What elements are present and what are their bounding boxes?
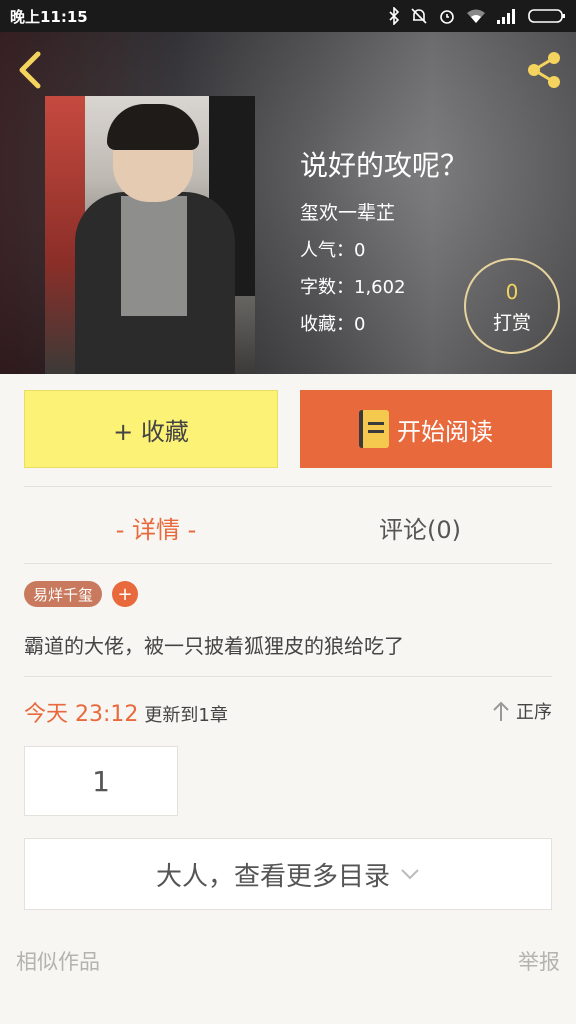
book-description: 霸道的大佬，被一只披着狐狸皮的狼给吃了 <box>24 634 404 658</box>
book-icon <box>359 410 389 448</box>
status-time: 晚上11:15 <box>10 7 88 26</box>
tab-comments[interactable]: 评论(0) <box>288 505 552 549</box>
update-date: 今天 23:12 <box>24 702 139 727</box>
update-text: 更新到1章 <box>144 705 228 726</box>
status-icons <box>388 7 566 25</box>
tab-details[interactable]: - 详情 - <box>24 505 288 549</box>
mute-bell-icon <box>410 7 428 25</box>
alarm-icon <box>438 7 456 25</box>
chevron-left-icon <box>19 51 41 89</box>
book-title: 说好的攻呢？ <box>300 149 469 182</box>
sort-order-button[interactable]: 正序 <box>492 698 552 724</box>
battery-icon <box>528 8 566 24</box>
chevron-down-icon <box>401 869 419 880</box>
similar-works-link[interactable]: 相似作品 <box>16 946 100 976</box>
tag-chip[interactable]: 易烊千玺 <box>24 581 103 607</box>
bluetooth-icon <box>388 7 400 25</box>
plus-icon: + <box>117 583 133 605</box>
collect-label: + 收藏 <box>113 417 189 446</box>
tab-comments-label: 评论(0) <box>379 515 461 544</box>
collect-button[interactable]: + 收藏 <box>24 390 278 468</box>
view-more-label: 大人，查看更多目录 <box>155 861 390 892</box>
book-header: 说好的攻呢？ 玺欢一辈芷 人气：0 字数：1,602 收藏：0 0 打赏 <box>0 32 576 374</box>
share-button[interactable] <box>522 48 566 92</box>
add-tag-button[interactable]: + <box>112 581 138 607</box>
report-link[interactable]: 举报 <box>518 946 560 976</box>
reward-count: 0 <box>505 280 519 304</box>
sort-label: 正序 <box>516 702 552 723</box>
start-reading-label: 开始阅读 <box>397 417 493 446</box>
update-info: 今天 23:12 更新到1章 <box>24 696 228 728</box>
start-reading-button[interactable]: 开始阅读 <box>300 390 552 468</box>
book-word-count: 字数：1,602 <box>300 277 406 298</box>
cover-figure-hair <box>107 104 199 150</box>
reward-label: 打赏 <box>492 312 531 334</box>
cover-figure-shirt <box>121 196 187 316</box>
view-more-catalog-button[interactable]: 大人，查看更多目录 <box>24 838 552 910</box>
share-icon <box>528 52 560 88</box>
chapter-item[interactable]: 1 <box>24 746 178 816</box>
back-button[interactable] <box>14 50 50 90</box>
tab-details-label: - 详情 - <box>115 515 197 544</box>
book-author[interactable]: 玺欢一辈芷 <box>300 198 468 225</box>
divider <box>24 486 552 487</box>
wifi-icon <box>466 8 486 24</box>
chapter-number: 1 <box>92 764 110 798</box>
book-popularity: 人气：0 <box>300 240 366 261</box>
signal-icon <box>496 8 518 24</box>
reward-button[interactable]: 0 打赏 <box>464 258 560 354</box>
tag-label: 易烊千玺 <box>33 585 94 604</box>
status-bar: 晚上11:15 <box>0 0 576 32</box>
book-favorites: 收藏：0 <box>300 314 366 335</box>
divider <box>24 676 552 677</box>
book-cover-image[interactable] <box>45 96 255 374</box>
arrow-up-icon <box>493 701 509 721</box>
book-info: 说好的攻呢？ 玺欢一辈芷 人气：0 字数：1,602 收藏：0 <box>300 144 468 347</box>
divider <box>24 563 552 564</box>
